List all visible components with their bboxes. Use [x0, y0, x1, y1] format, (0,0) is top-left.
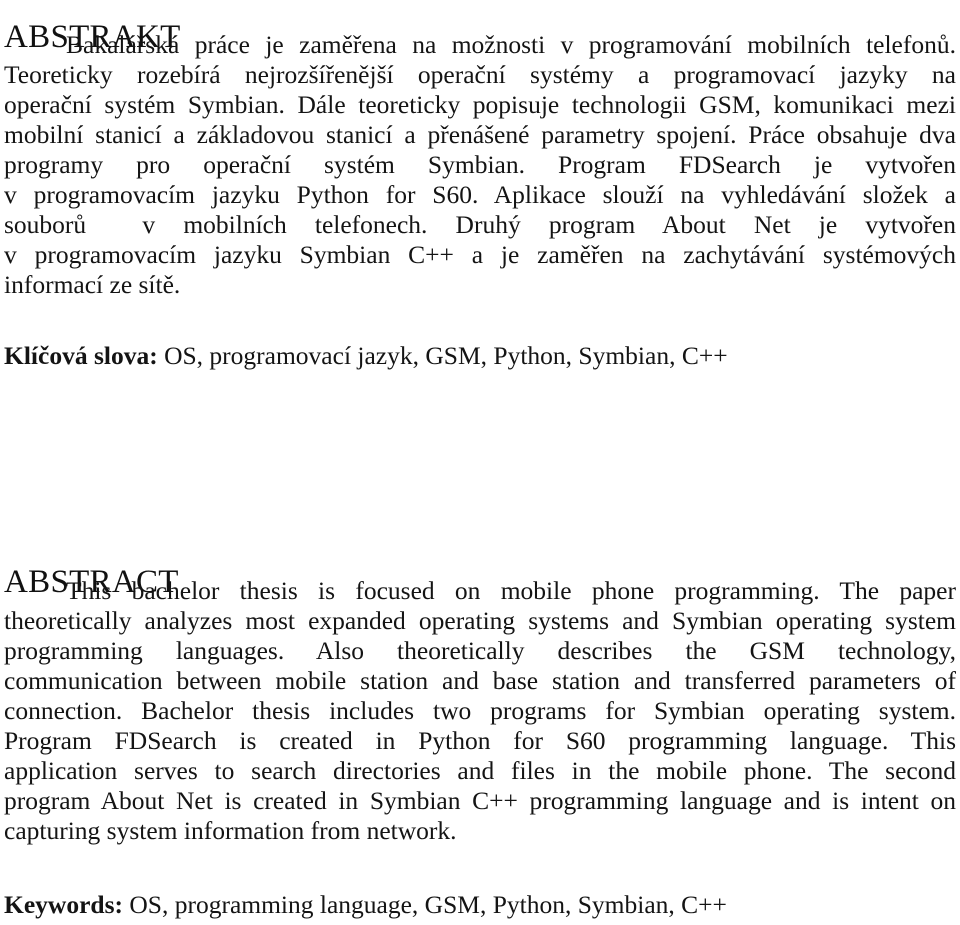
abstract-line-6: Program FDSearch is created in Python fo…: [4, 726, 956, 755]
abstract-paragraph-text: This bachelor thesis is focused on mobil…: [4, 576, 956, 846]
abstract-paragraph: This bachelor thesis is focused on mobil…: [4, 576, 956, 846]
abstrakt-line-8: v programovacím jazyku Symbian C++ a je …: [4, 240, 956, 269]
abstrakt-line-6: v programovacím jazyku Python for S60. A…: [4, 180, 956, 209]
keywords-line: Keywords: OS, programming language, GSM,…: [4, 890, 956, 920]
keywords-values: OS, programming language, GSM, Python, S…: [122, 890, 727, 919]
abstract-line-1-text: This bachelor thesis is focused on mobil…: [66, 576, 956, 605]
abstrakt-paragraph: Bakalářská práce je zaměřena na možnosti…: [4, 30, 956, 300]
abstrakt-line-7: souborů v mobilních telefonech. Druhý pr…: [4, 210, 956, 239]
abstract-line-7: application serves to search directories…: [4, 756, 956, 785]
abstract-line-4: communication between mobile station and…: [4, 666, 956, 695]
abstract-line-2: theoretically analyzes most expanded ope…: [4, 606, 956, 635]
abstrakt-line-3: operační systém Symbian. Dále teoreticky…: [4, 90, 956, 119]
abstrakt-line-9: informací ze sítě.: [4, 270, 181, 299]
abstrakt-line-4: mobilní stanicí a základovou stanicí a p…: [4, 120, 956, 149]
klicova-slova-values: OS, programovací jazyk, GSM, Python, Sym…: [157, 341, 728, 370]
abstract-line-8: program About Net is created in Symbian …: [4, 786, 956, 815]
abstract-line-9: capturing system information from networ…: [4, 816, 457, 845]
abstrakt-paragraph-text: Bakalářská práce je zaměřena na možnosti…: [4, 30, 956, 300]
klicova-slova-label: Klíčová slova:: [4, 341, 158, 370]
abstract-line-5: connection. Bachelor thesis includes two…: [4, 696, 956, 725]
klicova-slova-line: Klíčová slova: OS, programovací jazyk, G…: [4, 341, 956, 371]
abstrakt-line-2: Teoreticky rozebírá nejrozšířenější oper…: [4, 60, 956, 89]
document-page: ABSTRAKT Bakalářská práce je zaměřena na…: [0, 0, 960, 925]
abstrakt-line-5: programy pro operační systém Symbian. Pr…: [4, 150, 956, 179]
abstract-line-1: This bachelor thesis is focused on mobil…: [4, 576, 956, 606]
abstrakt-line-1: Bakalářská práce je zaměřena na možnosti…: [4, 30, 956, 60]
abstract-line-3: programming languages. Also theoreticall…: [4, 636, 956, 665]
keywords-label: Keywords:: [4, 890, 123, 919]
abstrakt-line-1-text: Bakalářská práce je zaměřena na možnosti…: [66, 30, 956, 59]
